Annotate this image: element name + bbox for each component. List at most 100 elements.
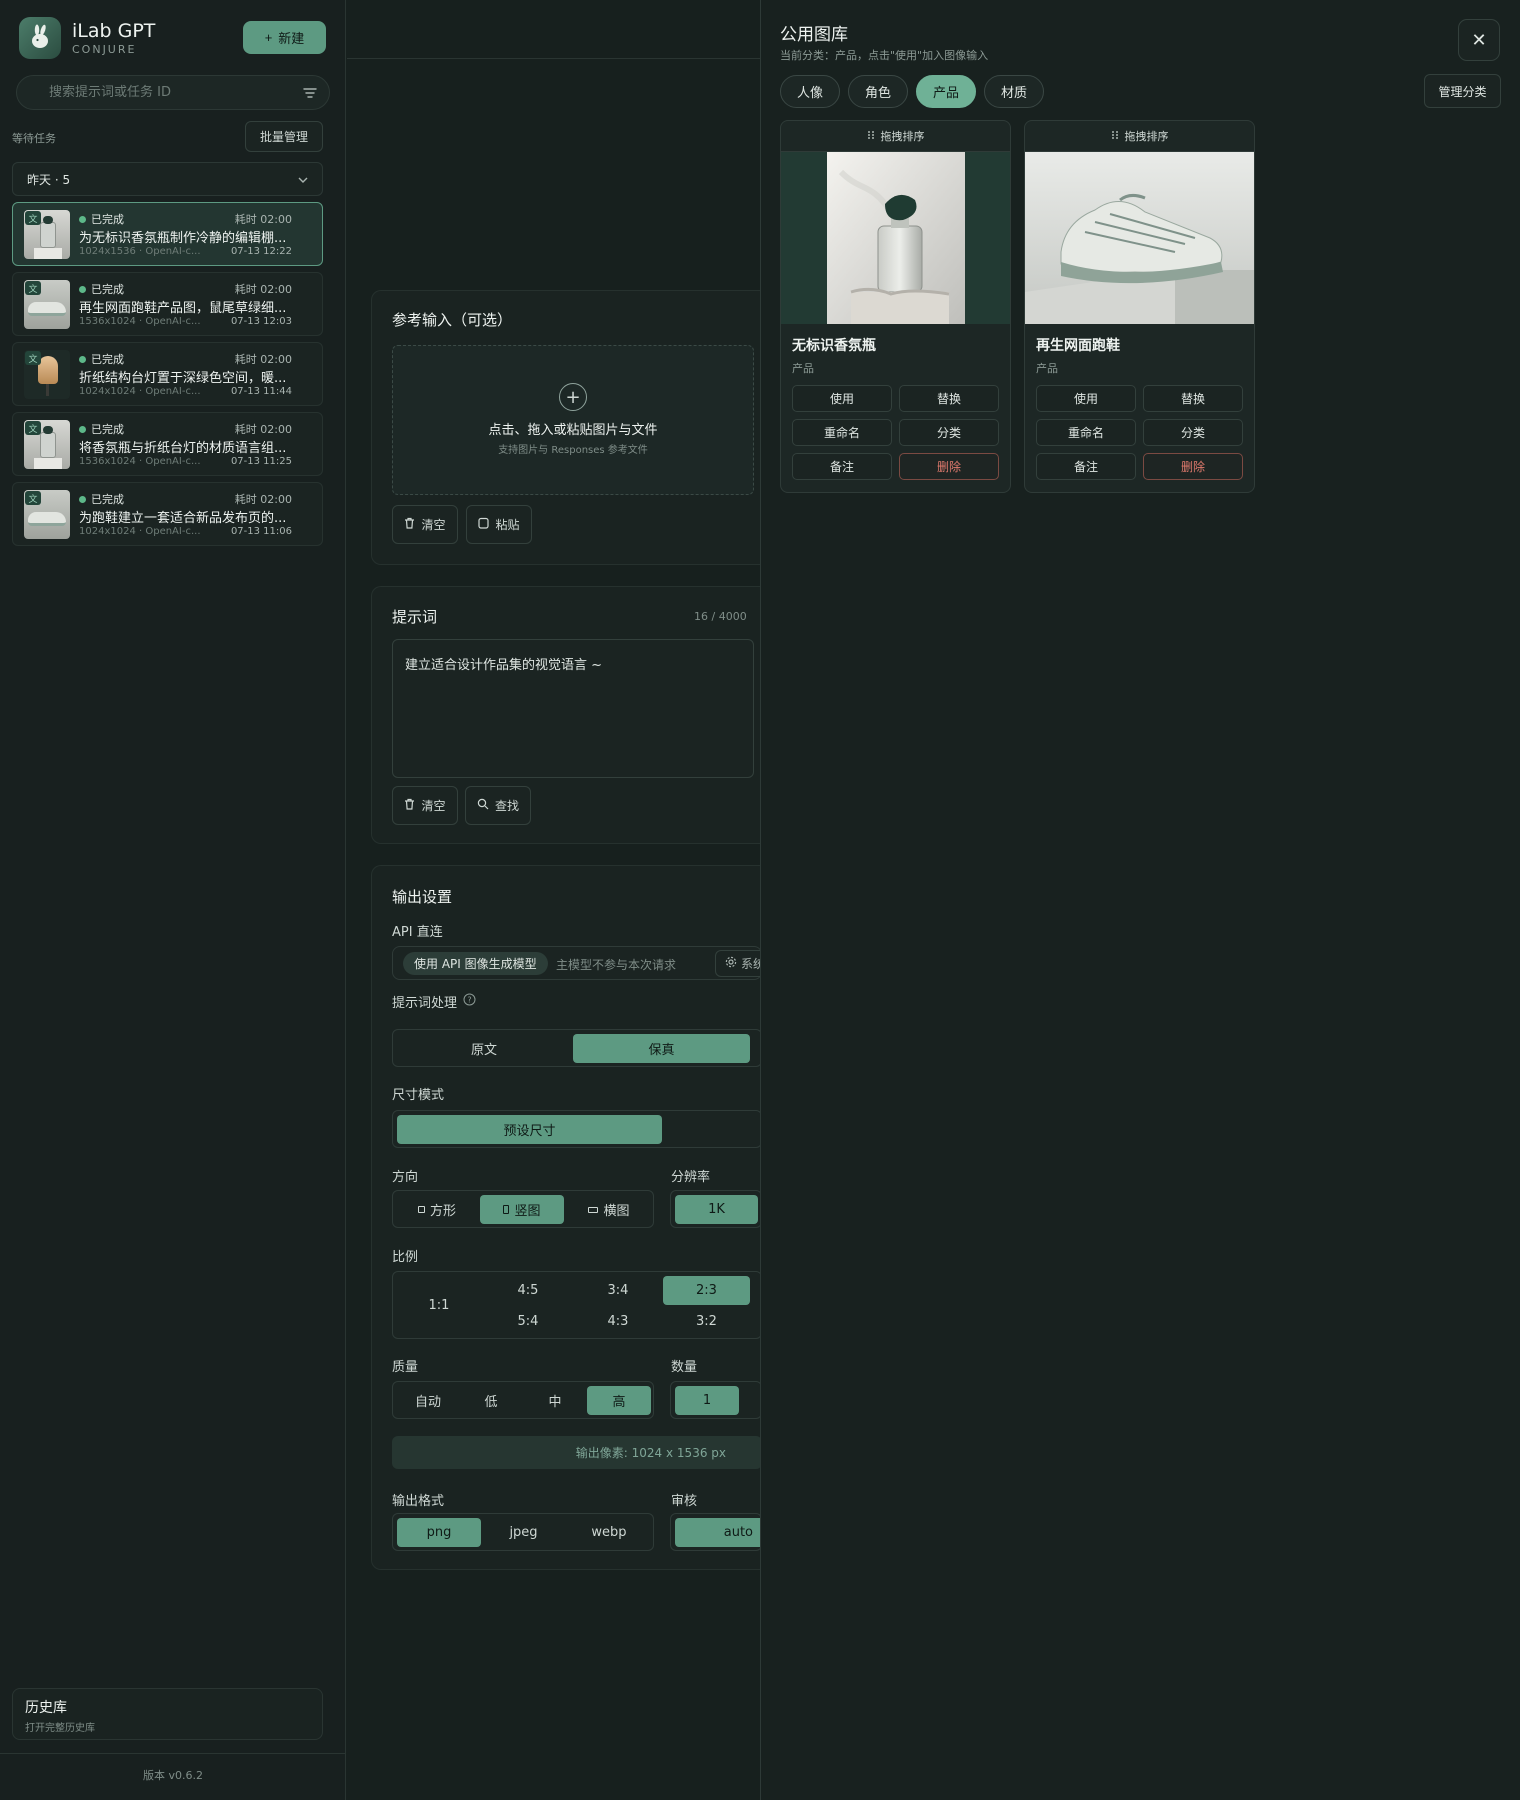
- gallery-title: 公用图库: [780, 25, 848, 45]
- category-tab-material[interactable]: 材质: [984, 75, 1044, 108]
- ratio-4-5[interactable]: 4:5: [485, 1276, 571, 1305]
- reference-paste-button[interactable]: 粘贴: [466, 505, 532, 544]
- landscape-icon: [588, 1206, 599, 1213]
- format-png[interactable]: png: [397, 1518, 481, 1547]
- format-jpeg[interactable]: jpeg: [482, 1518, 565, 1547]
- task-date: 07-13 11:44: [230, 386, 292, 397]
- resolution-toggle: 1K: [670, 1190, 762, 1228]
- api-model-pill[interactable]: 使用 API 图像生成模型: [403, 952, 548, 975]
- category-tab-portrait[interactable]: 人像: [780, 75, 840, 108]
- trash-icon: [404, 798, 415, 813]
- quality-auto[interactable]: 自动: [397, 1386, 459, 1415]
- format-label: 输出格式: [392, 1494, 445, 1509]
- drag-handle[interactable]: 拖拽排序: [1025, 121, 1254, 152]
- task-status: 已完成: [79, 491, 124, 507]
- new-task-button[interactable]: + 新建: [243, 21, 326, 54]
- ratio-3-4[interactable]: 3:4: [575, 1276, 661, 1305]
- delete-button[interactable]: 删除: [899, 453, 999, 480]
- api-model-box: 使用 API 图像生成模型 主模型不参与本次请求 系统: [392, 946, 775, 980]
- task-title: 再生网面跑鞋产品图，鼠尾草绿细...: [79, 301, 287, 316]
- use-button[interactable]: 使用: [792, 385, 892, 412]
- task-item[interactable]: 文 已完成 耗时 02:00 折纸结构台灯置于深绿色空间，暖... 1024x1…: [12, 342, 323, 406]
- gallery-card: 拖拽排序 无标识香氛瓶 产品 使用 替换 重命名 分类 备注 删除: [780, 120, 1011, 493]
- ratio-grid: 1:1 4:5 3:4 2:3 5:4 4:3 3:2: [392, 1271, 762, 1339]
- reference-clear-button[interactable]: 清空: [392, 505, 458, 544]
- replace-button[interactable]: 替换: [1143, 385, 1243, 412]
- prompt-find-button[interactable]: 查找: [465, 786, 531, 825]
- running-shoe-image[interactable]: [1025, 152, 1254, 324]
- history-library-button[interactable]: 历史库 打开完整历史库: [12, 1688, 323, 1740]
- text-mode-tag: 文: [25, 211, 41, 225]
- resolution-1k[interactable]: 1K: [675, 1195, 758, 1224]
- moderation-toggle: auto: [670, 1513, 795, 1551]
- task-status-label: 已完成: [91, 493, 124, 506]
- rename-button[interactable]: 重命名: [1036, 419, 1136, 446]
- task-elapsed: 耗时 02:00: [234, 493, 292, 506]
- task-item[interactable]: 文 已完成 耗时 02:00 为跑鞋建立一套适合新品发布页的... 1024x1…: [12, 482, 323, 546]
- prompt-textarea[interactable]: 建立适合设计作品集的视觉语言 ~: [392, 639, 754, 778]
- reference-dropzone[interactable]: + 点击、拖入或粘贴图片与文件 支持图片与 Responses 参考文件: [392, 345, 754, 495]
- direction-portrait[interactable]: 竖图: [480, 1195, 564, 1224]
- category-tab-character[interactable]: 角色: [848, 75, 908, 108]
- classify-button[interactable]: 分类: [1143, 419, 1243, 446]
- output-settings-panel: 输出设置 API 直连 使用 API 图像生成模型 主模型不参与本次请求 系统 …: [371, 865, 795, 1570]
- replace-button[interactable]: 替换: [899, 385, 999, 412]
- quality-low[interactable]: 低: [460, 1386, 522, 1415]
- clear-label: 清空: [421, 518, 446, 532]
- sidebar: iLab GPT CONJURE + 新建 等待任务 批量管理 昨天 · 5 文…: [0, 0, 346, 1800]
- task-thumbnail: 文: [24, 350, 70, 399]
- card-name: 再生网面跑鞋: [1036, 338, 1120, 354]
- manage-categories-button[interactable]: 管理分类: [1424, 74, 1501, 108]
- delete-button[interactable]: 删除: [1143, 453, 1243, 480]
- task-item[interactable]: 文 已完成 耗时 02:00 为无标识香氛瓶制作冷静的编辑棚... 1024x1…: [12, 202, 323, 266]
- ratio-4-3[interactable]: 4:3: [575, 1307, 661, 1336]
- help-icon[interactable]: ?: [463, 993, 476, 1010]
- status-dot-icon: [79, 285, 86, 293]
- task-thumbnail: 文: [24, 210, 70, 259]
- quality-medium[interactable]: 中: [524, 1386, 586, 1415]
- prompt-clear-button[interactable]: 清空: [392, 786, 458, 825]
- chevron-down-icon: [298, 172, 308, 186]
- close-button[interactable]: ✕: [1458, 19, 1500, 61]
- filter-icon[interactable]: [298, 81, 322, 105]
- task-item[interactable]: 文 已完成 耗时 02:00 将香氛瓶与折纸台灯的材质语言组... 1536x1…: [12, 412, 323, 476]
- task-meta: 1024x1024 · OpenAI-c...: [79, 526, 201, 537]
- task-elapsed: 耗时 02:00: [234, 213, 292, 226]
- waiting-tasks-label: 等待任务: [12, 132, 56, 145]
- ratio-5-4[interactable]: 5:4: [485, 1307, 571, 1336]
- note-button[interactable]: 备注: [1036, 453, 1136, 480]
- card-category: 产品: [1036, 362, 1058, 375]
- search-input[interactable]: [49, 76, 289, 109]
- count-value[interactable]: 1: [675, 1386, 739, 1415]
- batch-manage-button[interactable]: 批量管理: [245, 121, 323, 152]
- output-pixels-info: 输出像素: 1024 x 1536 px: [392, 1436, 762, 1469]
- category-tab-product[interactable]: 产品: [916, 75, 976, 108]
- close-icon: ✕: [1471, 29, 1487, 50]
- clipboard-icon: [478, 517, 490, 532]
- prompt-mode-original[interactable]: 原文: [397, 1034, 571, 1063]
- direction-square[interactable]: 方形: [397, 1195, 477, 1224]
- use-button[interactable]: 使用: [1036, 385, 1136, 412]
- quality-high[interactable]: 高: [587, 1386, 651, 1415]
- app-title: iLab GPT: [72, 20, 156, 42]
- format-webp[interactable]: webp: [567, 1518, 651, 1547]
- rabbit-logo-icon: [19, 17, 61, 59]
- task-thumbnail: 文: [24, 420, 70, 469]
- date-group-select[interactable]: 昨天 · 5: [12, 162, 323, 196]
- direction-landscape[interactable]: 横图: [567, 1195, 651, 1224]
- task-meta: 1024x1536 · OpenAI-c...: [79, 246, 201, 257]
- drag-handle[interactable]: 拖拽排序: [781, 121, 1010, 152]
- note-button[interactable]: 备注: [792, 453, 892, 480]
- size-mode-preset[interactable]: 预设尺寸: [397, 1115, 662, 1144]
- rename-button[interactable]: 重命名: [792, 419, 892, 446]
- task-item[interactable]: 文 已完成 耗时 02:00 再生网面跑鞋产品图，鼠尾草绿细... 1536x1…: [12, 272, 323, 336]
- gallery-subtitle: 当前分类：产品，点击"使用"加入图像输入: [780, 49, 989, 62]
- ratio-3-2[interactable]: 3:2: [663, 1307, 750, 1336]
- prompt-mode-faithful[interactable]: 保真: [573, 1034, 750, 1063]
- classify-button[interactable]: 分类: [899, 419, 999, 446]
- perfume-bottle-image[interactable]: [781, 152, 1010, 324]
- ratio-2-3[interactable]: 2:3: [663, 1276, 750, 1305]
- ratio-1-1[interactable]: 1:1: [397, 1276, 481, 1335]
- trash-icon: [404, 517, 415, 532]
- task-title: 为跑鞋建立一套适合新品发布页的...: [79, 511, 287, 526]
